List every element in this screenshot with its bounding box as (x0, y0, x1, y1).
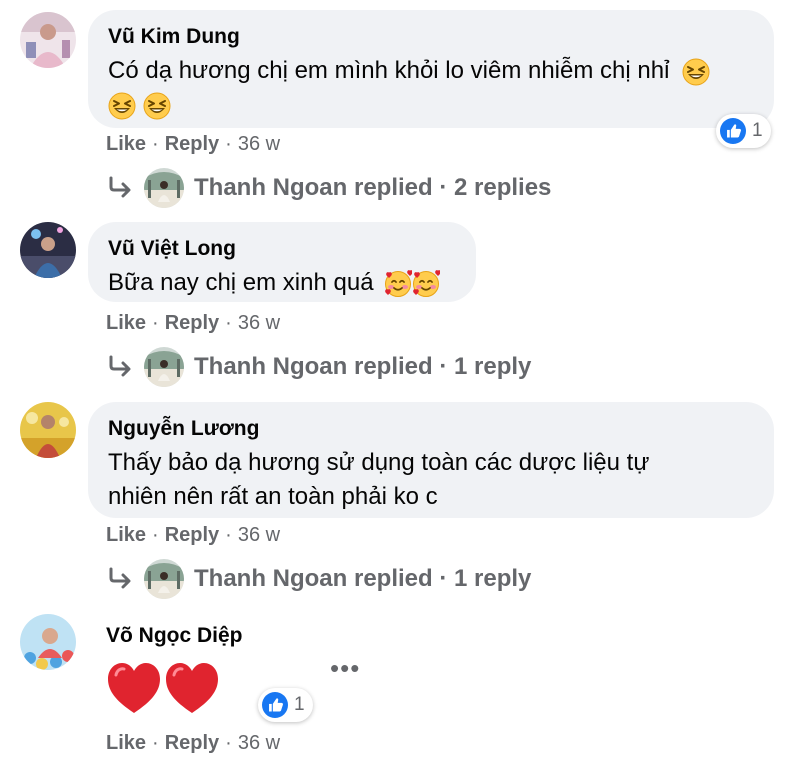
comment-timestamp[interactable]: 36 w (238, 133, 280, 155)
comment-author[interactable]: Vũ Việt Long (108, 236, 456, 262)
comment-text-content: Có dạ hương chị em mình khỏi lo viêm nhi… (108, 57, 670, 84)
red-heart-icon (164, 661, 220, 715)
comment-author[interactable]: Nguyễn Lương (108, 416, 754, 442)
smiling-face-with-hearts-icon (412, 269, 441, 298)
commenter-avatar[interactable] (20, 614, 76, 670)
comment-bubble: Nguyễn Lương Thấy bảo dạ hương sử dụng t… (88, 402, 774, 518)
like-link[interactable]: Like (106, 312, 146, 334)
smiling-face-with-hearts-icon (384, 269, 413, 298)
reply-link[interactable]: Reply (165, 524, 219, 546)
like-link[interactable]: Like (106, 732, 146, 754)
replies-summary[interactable]: Thanh Ngoan replied · 1 reply (194, 565, 531, 593)
commenter-avatar[interactable] (20, 222, 76, 278)
reply-link[interactable]: Reply (165, 133, 219, 155)
reply-avatar (144, 347, 184, 387)
comment-timestamp[interactable]: 36 w (238, 312, 280, 334)
comment-text: Bữa nay chị em xinh quá (108, 266, 456, 300)
reaction-badge[interactable]: 1 (258, 688, 313, 722)
reply-arrow-icon (109, 176, 131, 198)
grinning-squinting-face-icon (682, 57, 711, 86)
comment-actions: Like · Reply · 36 w (106, 732, 281, 754)
replies-summary[interactable]: Thanh Ngoan replied · 2 replies (194, 174, 551, 202)
grinning-squinting-face-icon (142, 91, 171, 120)
comment-text: Thấy bảo dạ hương sử dụng toàn các dược … (108, 446, 754, 514)
comment-text-content: Bữa nay chị em xinh quá (108, 269, 374, 296)
like-link[interactable]: Like (106, 133, 146, 155)
comment-timestamp[interactable]: 36 w (238, 732, 280, 754)
comment-emoji (106, 661, 243, 715)
like-link[interactable]: Like (106, 524, 146, 546)
reply-link[interactable]: Reply (165, 312, 219, 334)
reply-avatar (144, 559, 184, 599)
view-replies[interactable]: Thanh Ngoan replied · 2 replies (106, 168, 551, 208)
commenter-avatar[interactable] (20, 12, 76, 68)
reaction-count: 1 (294, 694, 305, 715)
comment-timestamp[interactable]: 36 w (238, 524, 280, 546)
comment-author[interactable]: Vũ Kim Dung (108, 24, 754, 50)
comment-bubble: Vũ Kim Dung Có dạ hương chị em mình khỏi… (88, 10, 774, 128)
red-heart-icon (106, 661, 162, 715)
like-icon (720, 118, 746, 144)
comment-actions: Like · Reply · 36 w (106, 312, 281, 334)
view-replies[interactable]: Thanh Ngoan replied · 1 reply (106, 347, 531, 387)
comment-text: Có dạ hương chị em mình khỏi lo viêm nhi… (108, 54, 754, 122)
comment-text-line: Thấy bảo dạ hương sử dụng toàn các dược … (108, 449, 650, 476)
like-icon (262, 692, 288, 718)
replies-summary[interactable]: Thanh Ngoan replied · 1 reply (194, 353, 531, 381)
comment-text-line: nhiên nên rất an toàn phải ko c (108, 483, 438, 510)
reaction-count: 1 (752, 120, 763, 141)
grinning-squinting-face-icon (108, 91, 136, 120)
comment-bubble: Võ Ngọc Diệp (106, 623, 243, 715)
reaction-badge[interactable]: 1 (716, 114, 771, 148)
more-options-button[interactable]: ••• (330, 655, 360, 681)
reply-arrow-icon (109, 567, 131, 589)
reply-avatar (144, 168, 184, 208)
reply-link[interactable]: Reply (165, 732, 219, 754)
comment-bubble: Vũ Việt Long Bữa nay chị em xinh quá (88, 222, 476, 302)
comment-actions: Like · Reply · 36 w (106, 524, 281, 546)
comment-actions: Like · Reply · 36 w (106, 133, 281, 155)
comment-author[interactable]: Võ Ngọc Diệp (106, 623, 243, 649)
reply-arrow-icon (109, 355, 131, 377)
commenter-avatar[interactable] (20, 402, 76, 458)
view-replies[interactable]: Thanh Ngoan replied · 1 reply (106, 559, 531, 599)
